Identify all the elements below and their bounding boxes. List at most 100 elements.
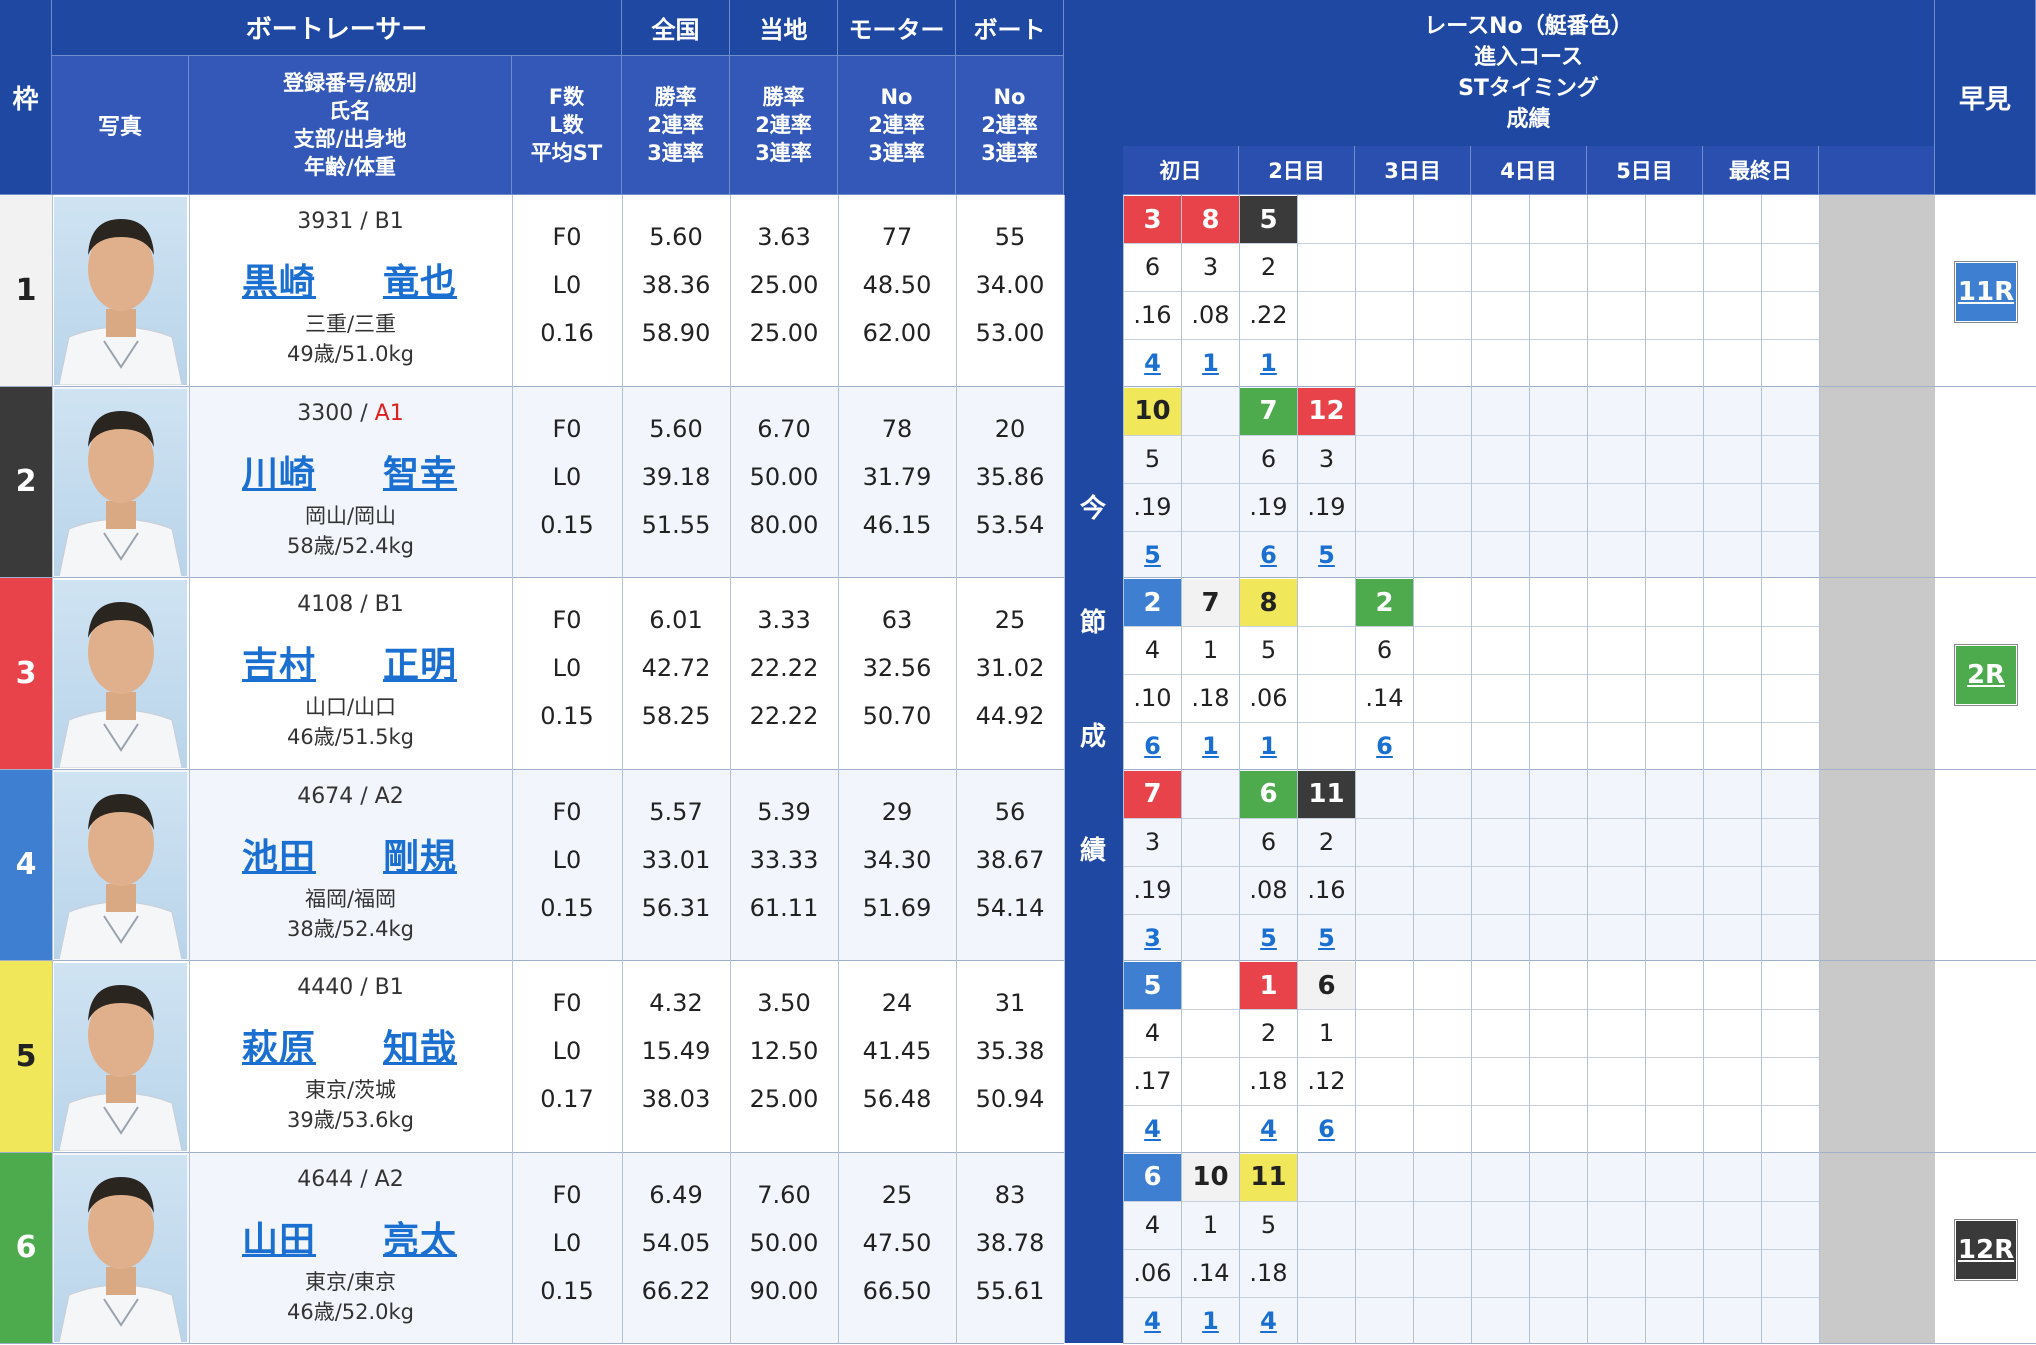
grid-line [1239, 195, 1240, 1343]
racer-name-link[interactable]: 萩原 知哉 [242, 1019, 457, 1071]
racer-name-link[interactable]: 池田 剛規 [242, 828, 457, 880]
grid-line [838, 195, 839, 1343]
result-rank-link[interactable]: 1 [1182, 1297, 1239, 1345]
stat-z2: 15.49 [641, 1037, 711, 1065]
grid-line [622, 195, 623, 1343]
result-rank-link[interactable]: 1 [1240, 339, 1297, 387]
stat-b3: 53.00 [975, 319, 1045, 347]
result-rank-link[interactable]: 1 [1182, 722, 1239, 770]
result-race-no: 6 [1240, 770, 1297, 818]
stat-z2: 33.01 [641, 845, 711, 874]
stat-t3: 90.00 [749, 1276, 819, 1305]
result-race-no: 1 [1240, 962, 1297, 1009]
stat-l: L0 [552, 845, 582, 874]
racer-photo-image [58, 1176, 183, 1342]
legend-line: 成績 [1506, 107, 1551, 132]
racer-reg-number: 4644 [297, 1166, 354, 1192]
result-st: .12 [1307, 1067, 1346, 1095]
racer-last-name: 吉村 [242, 645, 317, 686]
racer-first-name: 智幸 [382, 453, 457, 495]
result-st: .06 [1249, 684, 1288, 712]
result-rank-link[interactable]: 5 [1240, 914, 1297, 962]
racer-name-link[interactable]: 吉村 正明 [242, 636, 457, 688]
result-rank-link[interactable]: 1 [1182, 339, 1239, 387]
stat-b1: 25 [994, 606, 1026, 634]
racer-age-weight: 39歳/53.6kg [286, 1108, 415, 1132]
result-st: .16 [1307, 875, 1346, 904]
stat-b3: 54.14 [975, 893, 1045, 922]
result-race-no: 12 [1298, 387, 1355, 435]
result-st: .08 [1249, 875, 1288, 904]
stat-t2: 33.33 [749, 845, 819, 874]
result-rank-link[interactable]: 6 [1356, 722, 1413, 770]
result-course: 6 [1376, 636, 1393, 664]
grid-line [956, 195, 957, 1343]
result-course: 6 [1260, 444, 1277, 473]
result-race-no: 2 [1356, 579, 1413, 626]
racer-first-name: 竜也 [382, 262, 457, 303]
grid-line [1181, 195, 1182, 1343]
stat-st: 0.16 [540, 319, 594, 347]
racer-age-weight: 58歳/52.4kg [286, 533, 415, 558]
separator: / [353, 592, 375, 617]
header-zenkoku: 全国 [622, 0, 730, 56]
stat-b2: 34.00 [975, 271, 1045, 299]
waku-number: 5 [0, 961, 52, 1153]
result-rank-link[interactable]: 4 [1240, 1105, 1297, 1153]
racer-class: B1 [374, 975, 404, 1000]
stat-t2: 12.50 [749, 1037, 819, 1065]
grid-line [1471, 195, 1472, 1343]
header-hayami: 早見 [1935, 0, 2036, 195]
results-row-filler [1819, 769, 1935, 961]
stat-b2: 31.02 [975, 654, 1045, 682]
racer-photo [54, 580, 187, 768]
hayami-link[interactable]: 12R [1954, 1218, 2018, 1281]
result-rank-link[interactable]: 6 [1240, 531, 1297, 579]
stat-z2: 39.18 [641, 462, 711, 491]
stat-m2: 32.56 [862, 654, 932, 682]
result-rank-link[interactable]: 3 [1124, 914, 1181, 962]
result-rank-link[interactable]: 1 [1240, 722, 1297, 770]
result-rank-link[interactable]: 5 [1298, 531, 1355, 579]
result-rank-link[interactable]: 6 [1298, 1105, 1355, 1153]
stat-st: 0.15 [540, 893, 594, 922]
racer-class: B1 [374, 209, 404, 234]
hayami-link[interactable]: 11R [1954, 261, 2018, 323]
result-rank-link[interactable]: 4 [1124, 339, 1181, 387]
result-course: 1 [1202, 636, 1219, 664]
result-rank-link[interactable]: 5 [1124, 531, 1181, 579]
result-rank-link[interactable]: 6 [1124, 722, 1181, 770]
header-motor-sub: No 2連率 3連率 [838, 56, 956, 195]
racer-photo [54, 963, 187, 1151]
result-rank-link[interactable]: 4 [1124, 1105, 1181, 1153]
header-touchi-sub: 勝率 2連率 3連率 [730, 56, 838, 195]
stat-m3: 62.00 [862, 319, 932, 347]
result-race-no: 6 [1124, 1153, 1181, 1201]
result-rank-link[interactable]: 5 [1298, 914, 1355, 962]
racer-last-name: 山田 [242, 1219, 317, 1261]
result-race-no: 11 [1240, 1153, 1297, 1201]
result-course: 3 [1318, 444, 1335, 473]
racer-name-link[interactable]: 山田 亮太 [242, 1211, 457, 1263]
racer-name-link[interactable]: 川崎 智幸 [242, 445, 457, 497]
stat-z3: 58.90 [641, 319, 711, 347]
stat-m3: 50.70 [862, 702, 932, 730]
header-fl-line: L数 [549, 113, 584, 137]
result-race-no: 2 [1124, 579, 1181, 626]
results-row-filler [1819, 195, 1935, 387]
day-header: 3日目 [1355, 146, 1471, 195]
racer-photo-image [58, 219, 183, 385]
header-racer-info: 登録番号/級別 氏名 支部/出身地 年齢/体重 [189, 56, 512, 195]
result-race-no: 7 [1240, 387, 1297, 435]
hayami-link[interactable]: 2R [1954, 644, 2018, 706]
stat-z1: 6.49 [649, 1180, 703, 1209]
result-st: .18 [1249, 1067, 1288, 1095]
stat-m2: 31.79 [862, 462, 932, 491]
day-header-extra [1819, 146, 1935, 195]
racer-first-name: 剛規 [382, 836, 457, 878]
racer-name-link[interactable]: 黒崎 竜也 [242, 253, 457, 305]
racer-reg-class: 4674 / A2 [189, 784, 512, 809]
result-rank-link[interactable]: 4 [1124, 1297, 1181, 1345]
header-sub-line: 2連率 [755, 113, 812, 137]
result-rank-link[interactable]: 4 [1240, 1297, 1297, 1345]
